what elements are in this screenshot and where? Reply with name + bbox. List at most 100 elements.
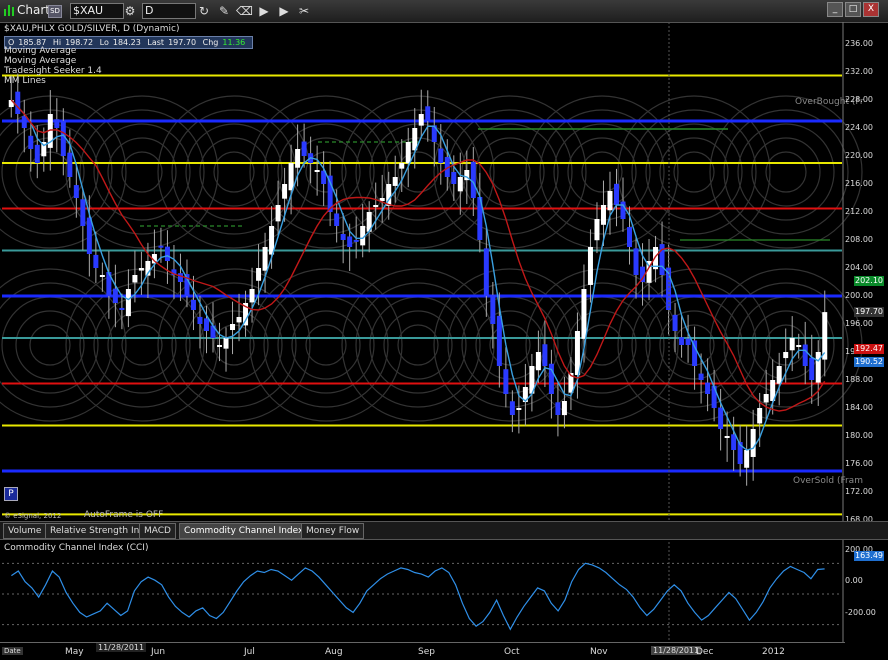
change-value: 11.36 xyxy=(222,38,246,47)
candle-body xyxy=(535,352,541,371)
candle-body xyxy=(776,366,782,384)
candle-body xyxy=(672,314,678,331)
candle-body xyxy=(542,344,548,366)
candle-body xyxy=(282,184,288,199)
candle-body xyxy=(457,177,463,192)
study-tabs: Volume Relative Strength Index MACD Comm… xyxy=(0,521,888,540)
background-circle xyxy=(65,268,219,422)
background-circle xyxy=(433,268,587,422)
candle-body xyxy=(164,246,170,261)
background-circle xyxy=(355,282,481,408)
last-value: 197.70 xyxy=(168,38,197,47)
candle-body xyxy=(509,401,515,415)
chart-name-line: $XAU,PHLX GOLD/SILVER, D (Dynamic) xyxy=(4,24,180,34)
date-tag: Date xyxy=(2,647,23,655)
candle-body xyxy=(334,213,340,226)
candle-body xyxy=(561,401,567,416)
candle-body xyxy=(190,299,196,310)
study-label[interactable]: Moving Average xyxy=(4,56,76,66)
candle-body xyxy=(399,163,405,169)
price-tick: 196.00 xyxy=(845,319,873,328)
candle-body xyxy=(288,163,294,191)
candle-body xyxy=(340,234,346,240)
autoframe-label: AutoFrame is OFF xyxy=(84,510,164,520)
cci-panel-label: Commodity Channel Index (CCI) xyxy=(4,543,149,553)
candle-body xyxy=(223,338,229,349)
price-tick: 220.00 xyxy=(845,151,873,160)
price-tick: 204.00 xyxy=(845,263,873,272)
candle-body xyxy=(587,247,593,285)
candle-body xyxy=(73,185,79,198)
candle-body xyxy=(125,289,131,317)
background-circle xyxy=(709,95,863,249)
price-tick: 180.00 xyxy=(845,431,873,440)
cci-tag: 163.49 xyxy=(854,551,884,561)
background-circle xyxy=(0,109,113,235)
cursor-date: 11/28/2011 xyxy=(651,646,702,655)
candle-body xyxy=(783,352,789,359)
candle-body xyxy=(99,275,105,277)
study-label[interactable]: Tradesight Seeker 1.4 xyxy=(4,66,102,76)
background-circle xyxy=(489,324,531,366)
candle-body xyxy=(132,275,138,283)
candle-body xyxy=(405,142,411,164)
background-circle xyxy=(249,268,403,422)
cci-tick: 0.00 xyxy=(845,576,863,585)
background-circle xyxy=(0,282,113,408)
price-tick: 228.00 xyxy=(845,95,873,104)
candle-body xyxy=(789,338,795,351)
candle-body xyxy=(581,289,587,339)
candle-body xyxy=(470,161,476,198)
candle-body xyxy=(613,183,619,205)
background-circle xyxy=(765,151,807,193)
candle-body xyxy=(21,116,27,128)
price-tick: 216.00 xyxy=(845,179,873,188)
candle-body xyxy=(731,434,737,450)
candle-body xyxy=(301,141,307,156)
month-label: Jun xyxy=(151,647,166,657)
candle-body xyxy=(275,205,281,222)
price-tick: 188.00 xyxy=(845,375,873,384)
candle-body xyxy=(418,114,424,126)
candle-body xyxy=(177,273,183,282)
background-circle xyxy=(15,310,85,380)
candle-body xyxy=(763,394,769,403)
candle-body xyxy=(249,289,255,303)
candle-body xyxy=(802,344,808,366)
candle-body xyxy=(262,247,268,271)
candle-body xyxy=(34,144,40,163)
background-circle xyxy=(291,310,361,380)
last-label: Last xyxy=(147,38,165,47)
tab-money-flow[interactable]: Money Flow xyxy=(301,523,365,539)
background-circle xyxy=(107,137,177,207)
candle-body xyxy=(724,436,730,438)
background-circle xyxy=(199,137,269,207)
candle-body xyxy=(158,245,164,248)
candle-body xyxy=(54,119,60,128)
study-label[interactable]: MM Lines xyxy=(4,76,46,86)
month-label: Jul xyxy=(244,647,255,657)
price-tick: 208.00 xyxy=(845,235,873,244)
candle-body xyxy=(314,170,320,172)
background-circle xyxy=(29,324,71,366)
background-circle xyxy=(121,151,163,193)
candle-body xyxy=(490,294,496,324)
background-circle xyxy=(673,151,715,193)
price-tick: 236.00 xyxy=(845,39,873,48)
candle-body xyxy=(80,199,86,226)
change-label: Chg xyxy=(202,38,219,47)
p-button[interactable]: P xyxy=(4,487,18,501)
price-tag: 197.70 xyxy=(854,307,884,318)
cursor-date: 11/28/2011 xyxy=(96,643,147,652)
tab-macd[interactable]: MACD xyxy=(139,523,176,539)
month-label: Sep xyxy=(418,647,435,657)
study-label[interactable]: Moving Average xyxy=(4,46,76,56)
candle-body xyxy=(197,316,203,324)
month-label: 2012 xyxy=(762,647,785,657)
background-circle xyxy=(171,282,297,408)
tab-volume[interactable]: Volume xyxy=(3,523,47,539)
month-label: Nov xyxy=(590,647,608,657)
background-circle xyxy=(525,268,679,422)
candle-body xyxy=(705,382,711,394)
month-label: Aug xyxy=(325,647,343,657)
